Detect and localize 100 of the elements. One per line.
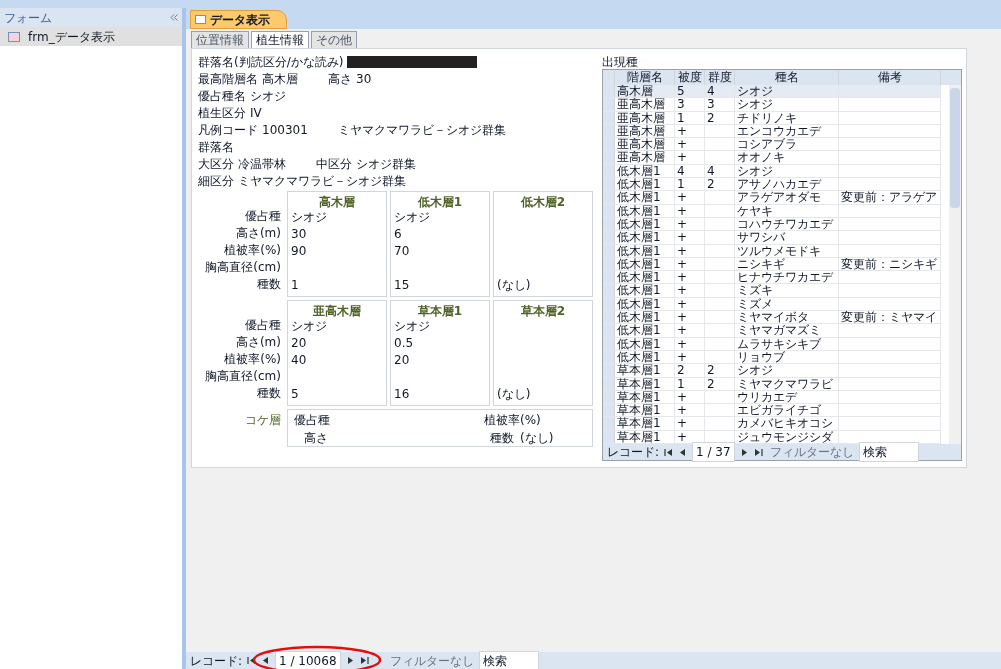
table-cell: +	[677, 349, 688, 364]
table-row[interactable]: 低木層1 + ミズメ	[603, 297, 941, 312]
layer-value: シオジ	[291, 317, 327, 335]
table-row[interactable]: 低木層1 + リョウブ	[603, 350, 941, 365]
table-row[interactable]: 低木層1 1 2 アサノハカエデ	[603, 178, 941, 192]
table-cell: チドリノキ	[737, 110, 797, 125]
table-row[interactable]: 低木層1 + コハウチワカエデ	[603, 217, 941, 232]
field-label: 群落名	[198, 138, 234, 156]
layer-value: 6	[394, 225, 402, 243]
table-cell: 草本層1	[617, 403, 661, 418]
next-record-icon[interactable]	[345, 656, 355, 665]
table-cell: エビガライチゴ	[737, 403, 821, 418]
document-tab[interactable]: データ表示	[190, 10, 287, 29]
column-header[interactable]: 被度	[677, 70, 702, 85]
table-row[interactable]: 低木層1 + ニシキギ 変更前：ニシキギ	[603, 257, 941, 272]
tab[interactable]: 位置情報	[191, 31, 249, 48]
table-cell: 亜高木層	[617, 150, 665, 165]
field-value: 30	[356, 70, 372, 88]
table-row[interactable]: 低木層1 + アラゲアオダモ 変更前：アラゲア	[603, 191, 941, 205]
layer-value: 90	[291, 242, 307, 260]
table-cell: コハウチワカエデ	[737, 216, 833, 231]
table-cell: 草本層1	[617, 389, 661, 404]
layer-title: 亜高木層	[313, 303, 361, 317]
row-label: 高さ(m)	[235, 224, 281, 242]
table-cell: ケヤキ	[737, 203, 773, 218]
row-label: 植被率(%)	[224, 350, 281, 368]
tab[interactable]: その他	[311, 31, 357, 48]
table-cell: 草本層1	[617, 416, 661, 431]
table-cell: +	[677, 137, 688, 152]
table-row[interactable]: 亜高木層 + コシアブラ	[603, 138, 941, 152]
field-value: 高木層	[262, 70, 298, 88]
table-row[interactable]: 低木層1 + ミヤマイボタ 変更前：ミヤマイ	[603, 311, 941, 325]
table-row[interactable]: 低木層1 4 4 シオジ	[603, 164, 941, 179]
table-cell: +	[677, 270, 688, 285]
table-cell: 亜高木層	[617, 123, 665, 138]
first-record-icon[interactable]	[664, 447, 674, 457]
column-header[interactable]: 種名	[774, 70, 799, 85]
table-row[interactable]: 低木層1 + ミヤマガマズミ	[603, 324, 941, 338]
table-cell: 低木層1	[617, 296, 661, 311]
table-cell: 草本層1	[617, 363, 661, 378]
table-cell: +	[677, 243, 688, 258]
table-cell: 3	[677, 97, 685, 112]
tab[interactable]: 植生情報	[251, 31, 309, 48]
table-row[interactable]: 草本層1 + ウリカエデ	[603, 390, 941, 405]
table-cell: +	[677, 416, 688, 431]
row-label: 種数	[257, 275, 281, 293]
form-icon	[8, 31, 20, 42]
table-cell: 2	[707, 376, 715, 391]
filter-button[interactable]: フィルターなし	[389, 651, 474, 669]
previous-record-icon[interactable]	[261, 656, 271, 665]
table-row[interactable]: 亜高木層 1 2 チドリノキ	[603, 111, 941, 125]
table-row[interactable]: 低木層1 + ツルウメモドキ	[603, 244, 941, 258]
scroll-thumb[interactable]	[950, 88, 960, 208]
last-record-icon[interactable]	[359, 656, 369, 665]
field-value: ミヤマクマワラビ－シオジ群集	[238, 172, 406, 190]
next-record-icon[interactable]	[739, 447, 749, 457]
table-row[interactable]: 低木層1 + ミズキ	[603, 284, 941, 298]
table-row[interactable]: 亜高木層 + オオノキ	[603, 151, 941, 165]
table-cell: 1	[677, 110, 685, 125]
table-row[interactable]: 草本層1 1 2 ミヤマクマワラビ	[603, 377, 941, 391]
record-position-field[interactable]: 1 / 37	[692, 442, 735, 462]
table-cell: ツルウメモドキ	[737, 243, 821, 258]
collapse-icon[interactable]	[170, 14, 178, 21]
table-row[interactable]: 草本層1 2 2 シオジ	[603, 364, 941, 378]
last-record-icon[interactable]	[753, 447, 763, 457]
layer-value: 20	[291, 334, 307, 352]
row-label: 種数	[257, 384, 281, 402]
previous-record-icon[interactable]	[678, 447, 688, 457]
field-label: 高さ	[304, 431, 328, 445]
table-cell: ミヤマガマズミ	[737, 323, 821, 338]
table-cell: 低木層1	[617, 243, 661, 258]
table-cell: 変更前：ニシキギ	[841, 256, 937, 271]
table-row[interactable]: 低木層1 + ムラサキシキブ	[603, 337, 941, 351]
table-row[interactable]: 亜高木層 3 3 シオジ	[603, 98, 941, 112]
table-cell: 1	[677, 376, 685, 391]
record-position-field[interactable]: 1 / 10068	[275, 650, 341, 669]
table-row[interactable]: 低木層1 + サワシバ	[603, 231, 941, 245]
first-record-icon[interactable]	[247, 656, 257, 665]
table-cell: 低木層1	[617, 336, 661, 351]
table-row[interactable]: 草本層1 + エビガライチゴ	[603, 404, 941, 418]
filter-button[interactable]: フィルターなし	[769, 443, 854, 461]
field-value: シオジ	[250, 87, 286, 105]
column-header[interactable]: 群度	[707, 70, 732, 85]
table-row[interactable]: 亜高木層 + エンコウカエデ	[603, 124, 941, 139]
search-field[interactable]: 検索	[858, 442, 919, 462]
table-row[interactable]: 高木層 5 4 シオジ	[603, 85, 941, 99]
table-row[interactable]: 低木層1 + ヒナウチワカエデ	[603, 271, 941, 285]
table-cell: 1	[677, 177, 685, 192]
layer-label: コケ層	[245, 412, 281, 429]
nav-item[interactable]: frm_データ表示	[0, 27, 182, 46]
table-cell: 亜高木層	[617, 110, 665, 125]
column-header[interactable]: 備考	[877, 70, 902, 85]
scrollbar[interactable]	[949, 85, 961, 444]
table-row[interactable]: 草本層1 + カメバヒキオコシ	[603, 417, 941, 431]
column-header[interactable]: 階層名	[626, 70, 663, 85]
search-field[interactable]: 検索	[478, 650, 539, 669]
table-cell: 低木層1	[617, 163, 661, 178]
table-cell: ミヤマクマワラビ	[737, 376, 833, 391]
table-cell: 2	[677, 363, 685, 378]
table-row[interactable]: 低木層1 + ケヤキ	[603, 204, 941, 218]
